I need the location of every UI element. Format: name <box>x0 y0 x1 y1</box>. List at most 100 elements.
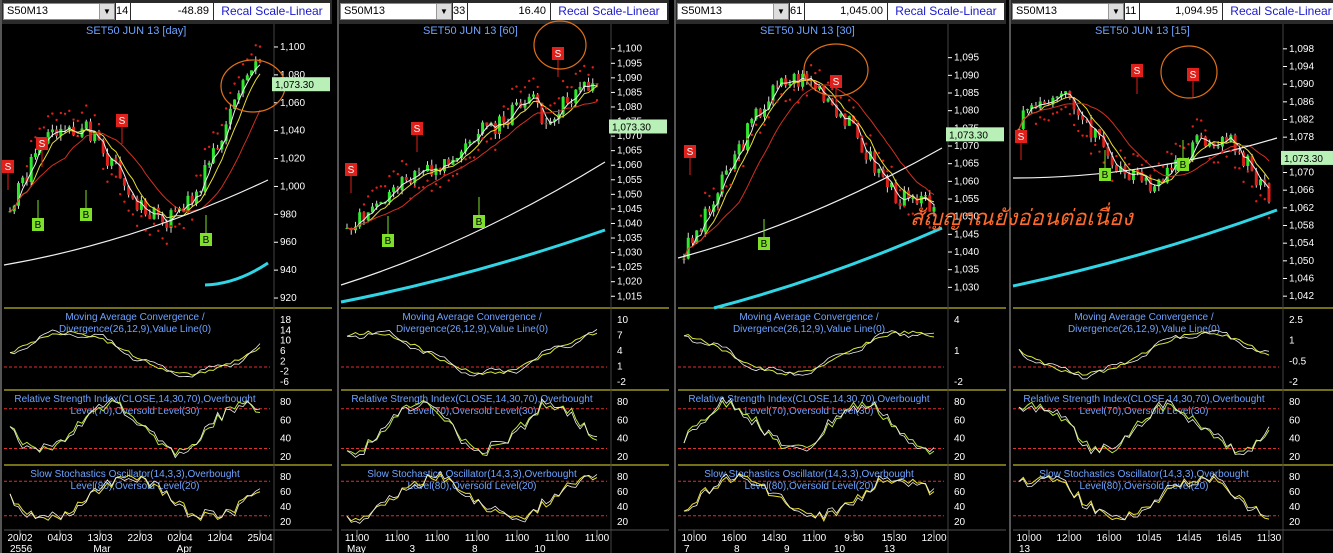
price-tick-label: 1,094 <box>1289 62 1314 73</box>
candle-body <box>245 75 249 81</box>
macd-title: Divergence(26,12,9),Value Line(0) <box>396 324 548 335</box>
price-tick-label: 1,055 <box>617 175 642 186</box>
sar-dot <box>131 213 135 216</box>
price-tick-label: 1,095 <box>954 53 979 64</box>
sar-dot <box>46 115 50 118</box>
candle <box>135 195 139 212</box>
candle-body <box>1025 109 1029 111</box>
candle-body <box>139 200 143 210</box>
sar-dot <box>375 186 378 189</box>
sar-dot <box>852 106 855 109</box>
date-label: 11:00 <box>505 533 530 544</box>
price-tick: 1,090 <box>611 73 642 84</box>
sar-dot <box>123 200 126 203</box>
chart-pane-3[interactable]: S50M13 ▼ 61 1,045.00 Recal Scale-Linear SET50… <box>674 0 1006 553</box>
candle-body <box>21 177 25 184</box>
sar-dot <box>1246 170 1250 173</box>
candle-body <box>847 116 851 126</box>
sar-dot <box>405 163 408 166</box>
price-tick: 1,095 <box>948 53 979 64</box>
candle-body <box>1055 96 1059 98</box>
sell-signal-marker: S <box>36 137 48 167</box>
sar-dot <box>233 82 236 85</box>
sar-dot <box>1221 151 1224 154</box>
sar-dot <box>207 145 211 149</box>
sar-dot <box>788 98 792 101</box>
price-tick: 920 <box>274 293 297 304</box>
sar-dot <box>51 112 54 115</box>
sar-dot <box>417 186 421 190</box>
candle-body <box>404 177 408 181</box>
sar-dot <box>528 79 531 83</box>
cyan-trend-line <box>340 228 606 304</box>
sar-dot <box>1115 154 1118 158</box>
macd-tick-label: 1 <box>1289 336 1295 347</box>
chart-pane-1[interactable]: S50M13 ▼ 14 -48.89 Recal Scale-Linear SET50 J… <box>0 0 332 553</box>
candle <box>434 164 438 180</box>
sar-dot <box>818 69 821 72</box>
candle <box>203 159 207 196</box>
sar-dot <box>1140 163 1144 167</box>
rsi-tick-label: 20 <box>280 452 292 463</box>
sell-signal-marker: S <box>2 160 14 190</box>
ma-slow-line <box>683 84 935 259</box>
sar-dot <box>1250 185 1254 188</box>
price-tick: 1,078 <box>1283 132 1314 143</box>
candle <box>122 178 126 191</box>
sar-dot <box>216 132 219 135</box>
rsi-title: Relative Strength Index(CLOSE,14,30,70),… <box>14 394 255 405</box>
sar-dot <box>220 123 224 127</box>
candle-body <box>148 214 152 219</box>
sar-dot <box>110 173 113 176</box>
sar-dot <box>856 120 859 124</box>
candle <box>843 113 847 130</box>
sar-dot <box>1123 156 1127 159</box>
candle-body <box>682 258 686 260</box>
macd-line <box>346 330 598 375</box>
sar-dot <box>477 148 480 152</box>
sar-dot <box>1055 111 1059 114</box>
candle-body <box>1148 177 1152 192</box>
sar-dot <box>1072 123 1076 127</box>
price-tick-label: 1,085 <box>617 87 642 98</box>
sar-dot <box>174 225 177 228</box>
price-tick-label: 1,066 <box>1289 185 1314 196</box>
sar-dot <box>191 218 194 221</box>
sar-dot <box>561 79 565 83</box>
sar-dot <box>114 175 118 178</box>
sar-dot <box>400 159 404 163</box>
sar-dot <box>1208 157 1211 160</box>
sar-dot <box>148 233 152 236</box>
price-tick-label: 1,090 <box>954 70 979 81</box>
candle-body <box>775 85 779 87</box>
candle <box>16 181 20 209</box>
price-tick-label: 1,030 <box>954 282 979 293</box>
sar-dot <box>186 210 190 213</box>
sar-dot <box>703 191 707 195</box>
month-label: 13 <box>1019 544 1031 553</box>
candle <box>902 186 906 208</box>
price-tick: 1,098 <box>1283 44 1314 55</box>
sar-dot <box>519 90 522 93</box>
stoch-tick-label: 40 <box>954 502 966 513</box>
chart-pane-2[interactable]: S50M13 ▼ 33 16.40 Recal Scale-Linear SET50 JU… <box>337 0 669 553</box>
sar-dot <box>379 185 383 188</box>
price-tick-label: 1,070 <box>1289 168 1314 179</box>
price-tick-label: 1,098 <box>1289 44 1314 55</box>
stoch-tick-label: 60 <box>1289 487 1301 498</box>
price-tick: 1,086 <box>1283 97 1314 108</box>
sar-dot <box>591 66 594 69</box>
candle-body <box>216 148 220 150</box>
sar-dot <box>1038 116 1042 119</box>
sar-dot <box>737 158 741 162</box>
price-label-text: 1,073.30 <box>275 80 314 91</box>
candle-body <box>1220 136 1224 147</box>
sar-dot <box>439 185 442 189</box>
candle-body <box>574 89 578 104</box>
chart-pane-4[interactable]: S50M13 ▼ 11 1,094.95 Recal Scale-Linear SET50… <box>1009 0 1333 553</box>
rsi-tick-label: 20 <box>954 452 966 463</box>
sar-dot <box>89 123 92 127</box>
date-label: 11:00 <box>545 533 570 544</box>
price-tick: 1,015 <box>611 291 642 302</box>
candle <box>826 97 830 103</box>
